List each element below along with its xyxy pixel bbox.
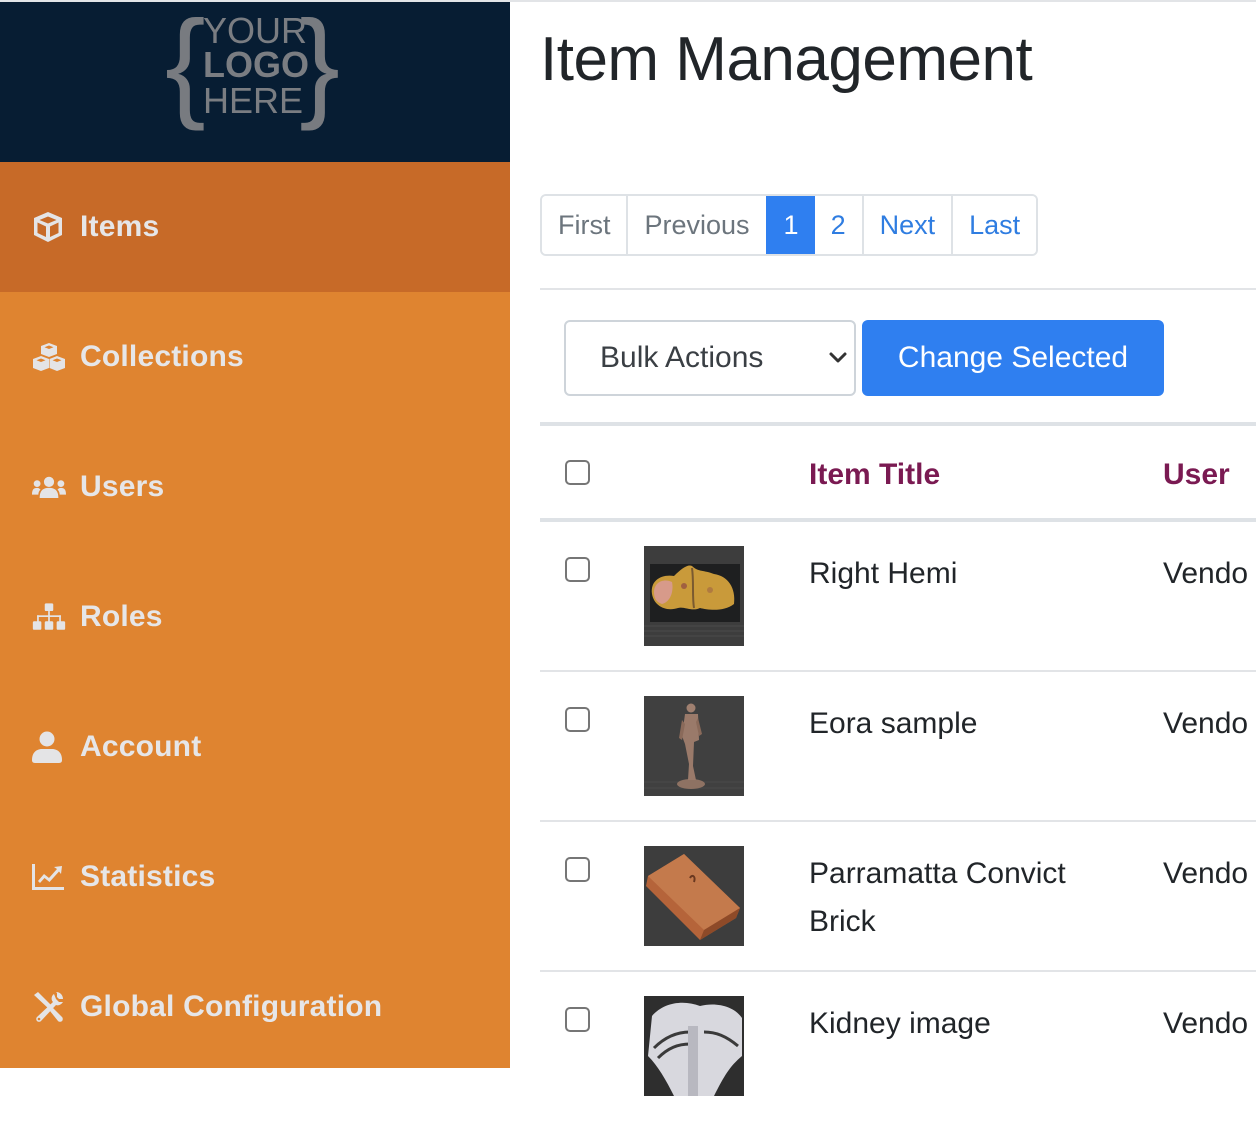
pagination-page-1[interactable]: 1 <box>765 196 815 254</box>
sidebar-item-account[interactable]: Account <box>0 682 510 812</box>
bulk-actions-select[interactable]: Bulk Actions <box>564 320 856 396</box>
sidebar-item-statistics[interactable]: Statistics <box>0 812 510 942</box>
items-table: Item Title User Right Hemi Vendo Eora sa… <box>540 422 1256 1122</box>
sidebar-item-label: Account <box>80 730 202 763</box>
item-title[interactable]: Kidney image <box>809 1000 1109 1048</box>
pagination-first[interactable]: First <box>542 196 627 254</box>
logo-line-3: HERE <box>203 80 304 121</box>
chart-line-icon <box>32 860 66 894</box>
table-row: Eora sample Vendo <box>540 672 1256 822</box>
row-checkbox[interactable] <box>565 1007 590 1032</box>
brain-specimen-thumbnail[interactable] <box>644 546 744 646</box>
row-checkbox[interactable] <box>565 707 590 732</box>
pagination: First Previous 1 2 Next Last <box>540 194 1039 256</box>
brick-thumbnail[interactable] <box>644 846 744 946</box>
logo[interactable]: { YOUR LOGO HERE } <box>165 0 340 131</box>
sidebar: { YOUR LOGO HERE } Items Collections Use… <box>0 2 510 1068</box>
sidebar-item-global-configuration[interactable]: Global Configuration <box>0 942 510 1072</box>
table-header: Item Title User <box>540 422 1256 522</box>
sidebar-item-users[interactable]: Users <box>0 422 510 552</box>
table-row: Right Hemi Vendo <box>540 522 1256 672</box>
page-title: Item Management <box>540 25 1033 94</box>
select-all-checkbox[interactable] <box>565 460 590 485</box>
item-user: Vendo <box>1163 707 1249 740</box>
item-title[interactable]: Eora sample <box>809 700 1109 748</box>
tools-icon <box>32 990 66 1024</box>
chevron-down-icon <box>828 348 848 368</box>
item-user: Vendo <box>1163 1007 1249 1040</box>
user-icon <box>32 730 66 764</box>
sidebar-item-label: Global Configuration <box>80 990 383 1023</box>
cube-icon <box>32 210 66 244</box>
item-title[interactable]: Parramatta Convict Brick <box>809 850 1109 946</box>
table-row: Kidney image Vendo <box>540 972 1256 1122</box>
pagination-previous[interactable]: Previous <box>626 196 766 254</box>
users-icon <box>32 470 66 504</box>
item-title[interactable]: Right Hemi <box>809 550 1109 598</box>
change-selected-button[interactable]: Change Selected <box>862 320 1164 396</box>
pagination-last[interactable]: Last <box>951 196 1037 254</box>
sidebar-item-label: Collections <box>80 340 244 373</box>
logo-area: { YOUR LOGO HERE } <box>0 2 510 162</box>
logo-line-2: LOGO <box>203 44 309 85</box>
item-user: Vendo <box>1163 857 1249 890</box>
statue-figure-thumbnail[interactable] <box>644 696 744 796</box>
column-header-user[interactable]: User <box>1163 458 1230 492</box>
sidebar-item-label: Users <box>80 470 165 503</box>
row-checkbox[interactable] <box>565 857 590 882</box>
logo-brace-left: { <box>165 0 206 131</box>
sidebar-item-label: Statistics <box>80 860 216 893</box>
pagination-next[interactable]: Next <box>861 196 952 254</box>
top-border <box>0 0 1256 2</box>
sitemap-icon <box>32 600 66 634</box>
pagination-page-2[interactable]: 2 <box>814 196 862 254</box>
sidebar-item-roles[interactable]: Roles <box>0 552 510 682</box>
sidebar-item-label: Items <box>80 210 160 243</box>
item-user: Vendo <box>1163 557 1249 590</box>
row-checkbox[interactable] <box>565 557 590 582</box>
table-row: Parramatta Convict Brick Vendo <box>540 822 1256 972</box>
column-header-item-title[interactable]: Item Title <box>809 458 940 492</box>
divider <box>540 288 1256 290</box>
sidebar-item-label: Roles <box>80 600 163 633</box>
cubes-icon <box>32 340 66 374</box>
sidebar-item-items[interactable]: Items <box>0 162 510 292</box>
bulk-actions-selected: Bulk Actions <box>600 341 764 374</box>
ct-scan-thumbnail[interactable] <box>644 996 744 1096</box>
logo-brace-right: } <box>299 0 340 131</box>
sidebar-item-collections[interactable]: Collections <box>0 292 510 422</box>
